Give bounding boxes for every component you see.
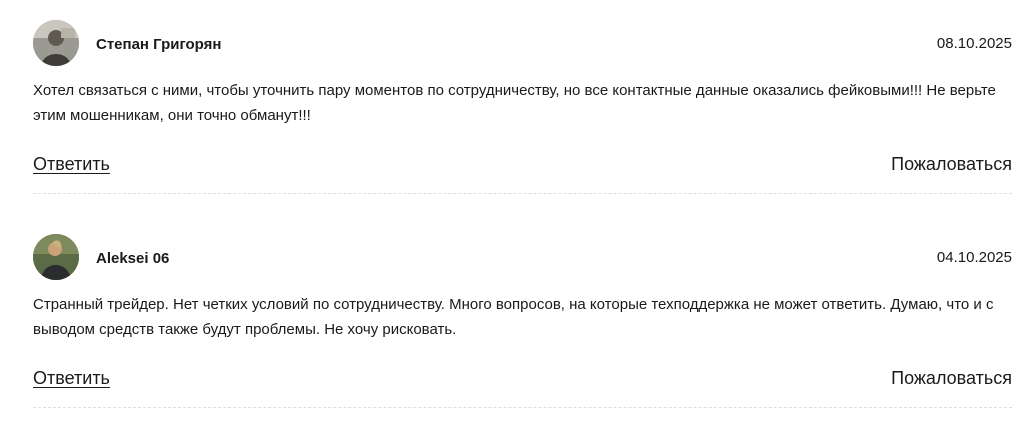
user-photo-icon — [33, 234, 79, 280]
complain-button[interactable]: Пожаловаться — [891, 368, 1012, 389]
comment-header: Степан Григорян 08.10.2025 — [33, 20, 1012, 68]
comment-header: Aleksei 06 04.10.2025 — [33, 234, 1012, 282]
comment-author: Степан Григорян — [96, 36, 222, 53]
reply-link[interactable]: Ответить — [33, 154, 110, 175]
complain-button[interactable]: Пожаловаться — [891, 154, 1012, 175]
comment-actions: Ответить Пожаловаться — [33, 368, 1012, 392]
comment-actions: Ответить Пожаловаться — [33, 154, 1012, 178]
comment-item: Степан Григорян 08.10.2025 Хотел связать… — [33, 20, 1012, 194]
comments-list: Степан Григорян 08.10.2025 Хотел связать… — [0, 0, 1032, 422]
user-photo-icon — [33, 20, 79, 66]
avatar — [33, 234, 79, 280]
comment-date: 08.10.2025 — [936, 35, 1012, 52]
comment-author: Aleksei 06 — [96, 250, 170, 267]
comment-text: Странный трейдер. Нет четких условий по … — [33, 296, 994, 338]
comment-date: 04.10.2025 — [936, 249, 1012, 266]
reply-link[interactable]: Ответить — [33, 368, 110, 389]
comment-divider — [33, 193, 1012, 194]
comment-divider — [33, 407, 1012, 408]
comment-text: Хотел связаться с ними, чтобы уточнить п… — [33, 82, 996, 124]
avatar — [33, 20, 79, 66]
comment-item: Aleksei 06 04.10.2025 Странный трейдер. … — [33, 234, 1012, 408]
